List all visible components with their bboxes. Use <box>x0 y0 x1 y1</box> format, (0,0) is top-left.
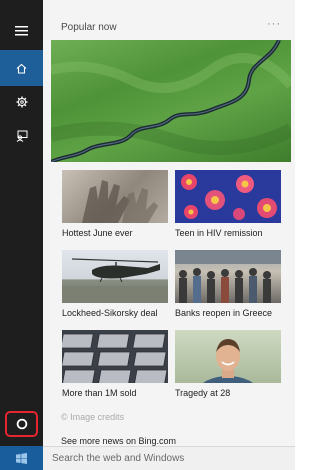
search-bar <box>43 446 295 470</box>
tile-caption: Banks reopen in Greece <box>175 308 273 318</box>
left-rail <box>0 0 43 470</box>
news-tile[interactable]: Hottest June ever <box>62 170 168 238</box>
windows-logo-icon <box>16 452 27 464</box>
tile-image-helicopter <box>62 250 168 303</box>
gear-icon <box>16 96 27 108</box>
news-tile[interactable]: More than 1M sold <box>62 330 168 398</box>
tile-image-keyboards <box>62 330 168 383</box>
tile-image-portrait <box>175 330 281 383</box>
news-tile[interactable]: Tragedy at 28 <box>175 330 281 398</box>
hero-image[interactable] <box>51 40 291 162</box>
more-options-button[interactable]: ··· <box>267 18 281 30</box>
tile-caption: Teen in HIV remission <box>175 228 263 238</box>
section-title: Popular now <box>61 22 117 33</box>
hamburger-menu-button[interactable] <box>0 13 43 49</box>
news-tile[interactable]: Teen in HIV remission <box>175 170 281 238</box>
tile-image-cells <box>175 170 281 223</box>
feedback-icon <box>16 130 27 142</box>
search-input[interactable] <box>52 447 287 470</box>
tile-image-crowd <box>175 250 281 303</box>
start-button[interactable] <box>0 446 43 470</box>
tile-caption: More than 1M sold <box>62 388 137 398</box>
home-icon <box>16 63 27 74</box>
news-tile[interactable]: Lockheed-Sikorsky deal <box>62 250 168 318</box>
hamburger-menu-icon <box>15 26 28 36</box>
news-tile[interactable]: Banks reopen in Greece <box>175 250 281 318</box>
cortana-button[interactable] <box>5 411 38 437</box>
cortana-circle-icon <box>16 418 27 430</box>
feedback-button[interactable] <box>0 118 43 154</box>
news-panel: Popular now ··· Hottest June ever Teen i… <box>43 0 295 446</box>
settings-button[interactable] <box>0 84 43 120</box>
image-credits-link[interactable]: © Image credits <box>61 412 124 422</box>
home-button[interactable] <box>0 50 43 86</box>
tile-caption: Lockheed-Sikorsky deal <box>62 308 158 318</box>
tile-image-hands <box>62 170 168 223</box>
tile-caption: Hottest June ever <box>62 228 133 238</box>
see-more-news-link[interactable]: See more news on Bing.com <box>61 436 176 446</box>
tile-caption: Tragedy at 28 <box>175 388 231 398</box>
